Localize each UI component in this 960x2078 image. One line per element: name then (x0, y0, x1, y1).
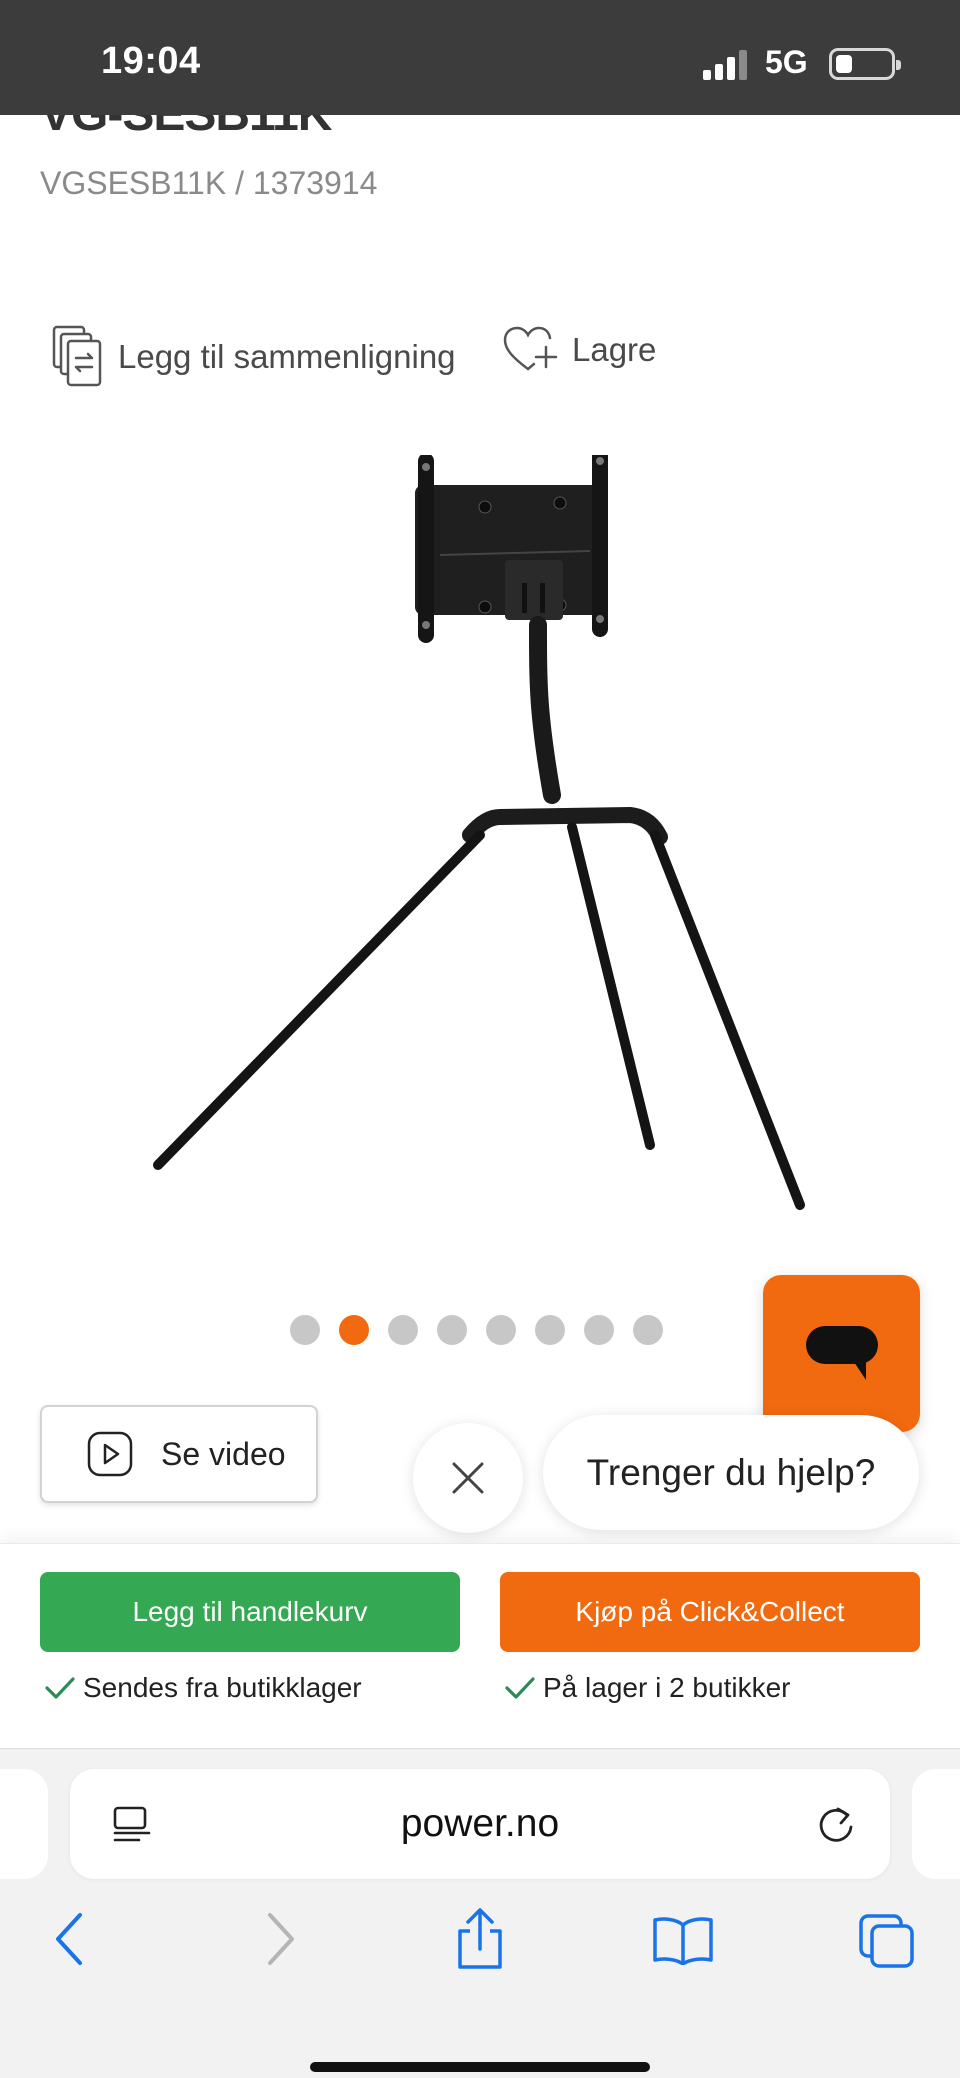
close-icon (452, 1462, 484, 1494)
home-indicator[interactable] (310, 2062, 650, 2072)
gallery-dot[interactable] (290, 1315, 320, 1345)
product-image[interactable] (140, 455, 820, 1345)
chat-icon (805, 1325, 878, 1380)
close-help-button[interactable] (413, 1423, 523, 1533)
gallery-dot[interactable] (486, 1315, 516, 1345)
bookmarks-icon[interactable] (652, 1915, 714, 1965)
save-label: Lagre (572, 331, 657, 368)
add-to-compare-button[interactable]: Legg til sammenligning (52, 325, 456, 389)
save-button[interactable]: Lagre (502, 325, 656, 375)
stock-shipping-label: Sendes fra butikklager (83, 1672, 362, 1703)
previous-tab-preview[interactable] (0, 1769, 48, 1879)
gallery-dot-active[interactable] (339, 1315, 369, 1345)
buy-bar: Legg til handlekurv Kjøp på Click&Collec… (0, 1543, 960, 1748)
stock-store-label: På lager i 2 butikker (543, 1672, 791, 1703)
network-label: 5G (765, 44, 808, 80)
stock-status-shipping: Sendes fra butikklager (45, 1672, 362, 1704)
watch-video-button[interactable]: Se video (40, 1405, 318, 1503)
compare-label: Legg til sammenligning (118, 338, 456, 375)
reload-icon[interactable] (814, 1801, 858, 1847)
url-text: power.no (400, 1802, 560, 1845)
product-title: VG-SESB11K (40, 115, 332, 142)
forward-icon[interactable] (262, 1911, 298, 1967)
checkmark-icon (45, 1677, 75, 1699)
battery-icon (829, 48, 901, 80)
gallery-dot[interactable] (437, 1315, 467, 1345)
tabs-icon[interactable] (858, 1913, 916, 1969)
heart-plus-icon (503, 326, 558, 371)
play-icon (87, 1431, 133, 1477)
chat-button[interactable] (763, 1275, 920, 1432)
status-time: 19:04 (101, 40, 201, 82)
gallery-dot[interactable] (633, 1315, 663, 1345)
signal-icon (703, 50, 747, 80)
click-collect-button[interactable]: Kjøp på Click&Collect (500, 1572, 920, 1652)
compare-icon (52, 325, 102, 387)
product-page: VG-SESB11K VGSESB11K / 1373914 Legg til … (0, 115, 960, 1543)
gallery-dot[interactable] (584, 1315, 614, 1345)
help-bubble[interactable]: Trenger du hjelp? (543, 1415, 919, 1530)
gallery-pagination (290, 1315, 663, 1345)
product-sku: VGSESB11K / 1373914 (40, 165, 378, 201)
gallery-dot[interactable] (388, 1315, 418, 1345)
browser-toolbar: power.no (0, 1748, 960, 2078)
checkmark-icon (505, 1677, 535, 1699)
status-bar: 19:04 5G (0, 0, 960, 115)
share-icon[interactable] (454, 1907, 506, 1971)
back-icon[interactable] (52, 1911, 88, 1967)
add-to-cart-button[interactable]: Legg til handlekurv (40, 1572, 460, 1652)
gallery-dot[interactable] (535, 1315, 565, 1345)
help-text: Trenger du hjelp? (586, 1451, 876, 1493)
stock-status-store: På lager i 2 butikker (505, 1672, 790, 1704)
address-bar[interactable]: power.no (70, 1769, 890, 1879)
next-tab-preview[interactable] (912, 1769, 960, 1879)
video-label: Se video (161, 1435, 286, 1472)
